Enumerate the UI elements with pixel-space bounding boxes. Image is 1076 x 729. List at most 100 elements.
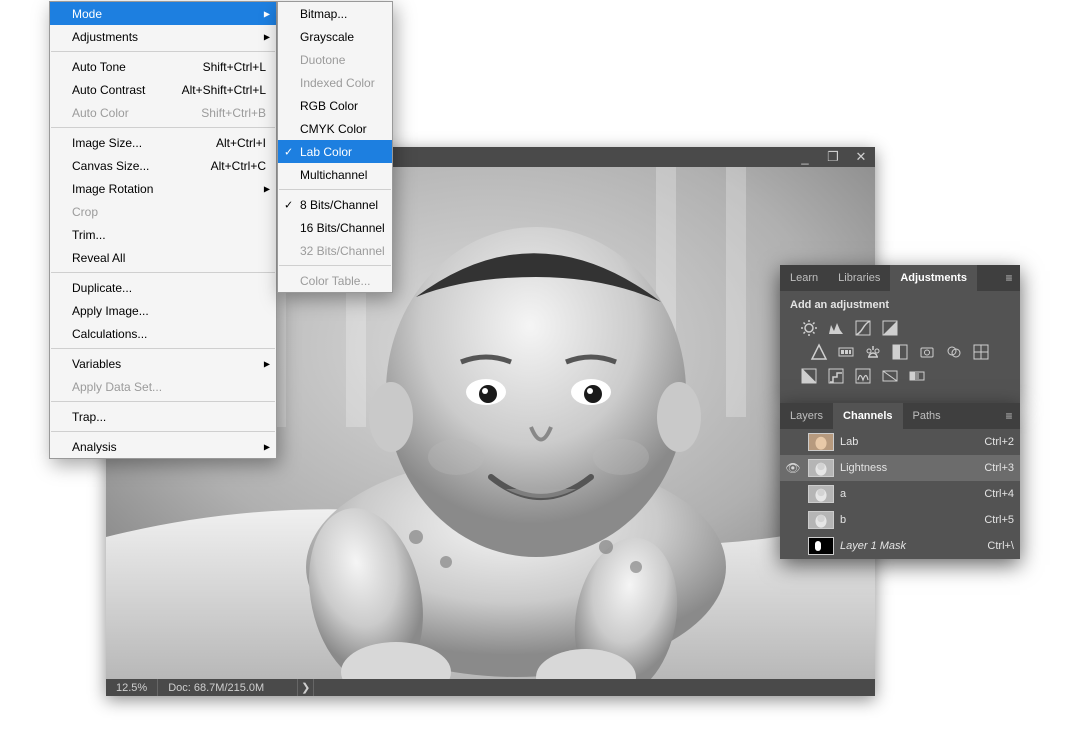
color-balance-icon[interactable] — [864, 343, 882, 361]
mode-menu-item[interactable]: 16 Bits/Channel — [278, 216, 392, 239]
menu-item-label: Indexed Color — [300, 76, 375, 90]
mode-menu-item: Duotone — [278, 48, 392, 71]
channel-row[interactable]: aCtrl+4 — [780, 481, 1020, 507]
exposure-icon[interactable] — [881, 319, 899, 337]
image-menu: ModeAdjustmentsAuto ToneShift+Ctrl+LAuto… — [49, 1, 277, 459]
tab-learn[interactable]: Learn — [780, 265, 828, 291]
menu-item-label: Grayscale — [300, 30, 354, 44]
menu-item-label: Auto Contrast — [72, 83, 145, 97]
mode-menu-item[interactable]: ✓8 Bits/Channel — [278, 193, 392, 216]
submenu-arrow-icon — [264, 31, 270, 42]
image-menu-item[interactable]: Variables — [50, 352, 276, 375]
tab-adjustments[interactable]: Adjustments — [890, 265, 977, 291]
zoom-readout[interactable]: 12.5% — [106, 679, 158, 696]
mode-menu-item[interactable]: Bitmap... — [278, 2, 392, 25]
menu-item-label: Auto Tone — [72, 60, 126, 74]
channel-row[interactable]: Layer 1 MaskCtrl+\ — [780, 533, 1020, 559]
selective-color-icon[interactable] — [881, 367, 899, 385]
mode-menu-item[interactable]: Grayscale — [278, 25, 392, 48]
image-menu-item[interactable]: Canvas Size...Alt+Ctrl+C — [50, 154, 276, 177]
mode-menu-item[interactable]: CMYK Color — [278, 117, 392, 140]
status-chevron-icon[interactable]: ❯ — [298, 679, 314, 696]
image-menu-item[interactable]: Calculations... — [50, 322, 276, 345]
menu-item-label: Crop — [72, 205, 98, 219]
channels-tabs: Layers Channels Paths ≡ — [780, 403, 1020, 429]
menu-item-label: RGB Color — [300, 99, 358, 113]
tab-libraries[interactable]: Libraries — [828, 265, 890, 291]
mode-menu-item[interactable]: ✓Lab Color — [278, 140, 392, 163]
visibility-eye-icon[interactable]: 👁 — [784, 461, 802, 475]
panel-menu-icon[interactable]: ≡ — [998, 265, 1020, 291]
vibrance-icon[interactable] — [810, 343, 828, 361]
image-menu-item[interactable]: Auto ContrastAlt+Shift+Ctrl+L — [50, 78, 276, 101]
mode-menu-item: 32 Bits/Channel — [278, 239, 392, 262]
image-menu-item[interactable]: Duplicate... — [50, 276, 276, 299]
menu-item-shortcut: Alt+Ctrl+I — [196, 136, 266, 150]
submenu-arrow-icon — [264, 8, 270, 19]
image-menu-sep — [51, 272, 275, 273]
submenu-arrow-icon — [264, 358, 270, 369]
mode-menu-sep — [279, 189, 391, 190]
posterize-icon[interactable] — [827, 367, 845, 385]
channel-shortcut: Ctrl+2 — [984, 436, 1014, 448]
menu-item-label: 16 Bits/Channel — [300, 221, 385, 235]
submenu-arrow-icon — [264, 441, 270, 452]
tab-paths[interactable]: Paths — [903, 403, 951, 429]
channel-thumb — [808, 459, 834, 477]
channel-row[interactable]: 👁LightnessCtrl+3 — [780, 455, 1020, 481]
image-menu-item[interactable]: Adjustments — [50, 25, 276, 48]
mode-menu-item[interactable]: Multichannel — [278, 163, 392, 186]
minimize-button[interactable]: _ — [791, 147, 819, 167]
invert-icon[interactable] — [800, 367, 818, 385]
tab-layers[interactable]: Layers — [780, 403, 833, 429]
image-menu-item: Apply Data Set... — [50, 375, 276, 398]
channel-thumb — [808, 433, 834, 451]
image-menu-item[interactable]: Trim... — [50, 223, 276, 246]
adjustments-panel: Learn Libraries Adjustments ≡ Add an adj… — [780, 265, 1020, 403]
channel-shortcut: Ctrl+5 — [984, 514, 1014, 526]
image-menu-item[interactable]: Trap... — [50, 405, 276, 428]
image-menu-item[interactable]: Reveal All — [50, 246, 276, 269]
menu-item-label: Reveal All — [72, 251, 125, 265]
menu-item-label: Trap... — [72, 410, 106, 424]
image-menu-item[interactable]: Auto ToneShift+Ctrl+L — [50, 55, 276, 78]
curves-icon[interactable] — [854, 319, 872, 337]
menu-item-label: Calculations... — [72, 327, 147, 341]
check-icon: ✓ — [284, 145, 293, 158]
lookup-icon[interactable] — [972, 343, 990, 361]
adjustments-title: Add an adjustment — [790, 299, 1010, 311]
image-menu-sep — [51, 431, 275, 432]
adjustments-tabs: Learn Libraries Adjustments ≡ — [780, 265, 1020, 291]
menu-item-label: Apply Data Set... — [72, 380, 162, 394]
photo-filter-icon[interactable] — [918, 343, 936, 361]
image-menu-item[interactable]: Image Rotation — [50, 177, 276, 200]
mode-menu-item[interactable]: RGB Color — [278, 94, 392, 117]
menu-item-label: Analysis — [72, 440, 117, 454]
adj-row-2 — [790, 343, 1010, 361]
image-menu-item: Auto ColorShift+Ctrl+B — [50, 101, 276, 124]
status-bar: 12.5% Doc: 68.7M/215.0M ❯ — [106, 679, 875, 696]
channel-row[interactable]: b Ctrl+5 — [780, 507, 1020, 533]
close-button[interactable]: ✕ — [847, 147, 875, 167]
channel-row[interactable]: LabCtrl+2 — [780, 429, 1020, 455]
menu-item-shortcut: Alt+Ctrl+C — [191, 159, 266, 173]
maximize-button[interactable]: ❐ — [819, 147, 847, 167]
threshold-icon[interactable] — [854, 367, 872, 385]
bw-icon[interactable] — [891, 343, 909, 361]
image-menu-item[interactable]: Image Size...Alt+Ctrl+I — [50, 131, 276, 154]
channel-name: b — [840, 514, 978, 526]
brightness-icon[interactable] — [800, 319, 818, 337]
panel-menu-icon[interactable]: ≡ — [998, 403, 1020, 429]
menu-item-label: Color Table... — [300, 274, 370, 288]
channel-name: Layer 1 Mask — [840, 540, 981, 552]
hue-icon[interactable] — [837, 343, 855, 361]
image-menu-item[interactable]: Mode — [50, 2, 276, 25]
levels-icon[interactable] — [827, 319, 845, 337]
image-menu-item[interactable]: Analysis — [50, 435, 276, 458]
menu-item-label: Multichannel — [300, 168, 367, 182]
doc-size-readout[interactable]: Doc: 68.7M/215.0M — [158, 679, 298, 696]
image-menu-item[interactable]: Apply Image... — [50, 299, 276, 322]
channel-mixer-icon[interactable] — [945, 343, 963, 361]
tab-channels[interactable]: Channels — [833, 403, 903, 429]
gradient-map-icon[interactable] — [908, 367, 926, 385]
